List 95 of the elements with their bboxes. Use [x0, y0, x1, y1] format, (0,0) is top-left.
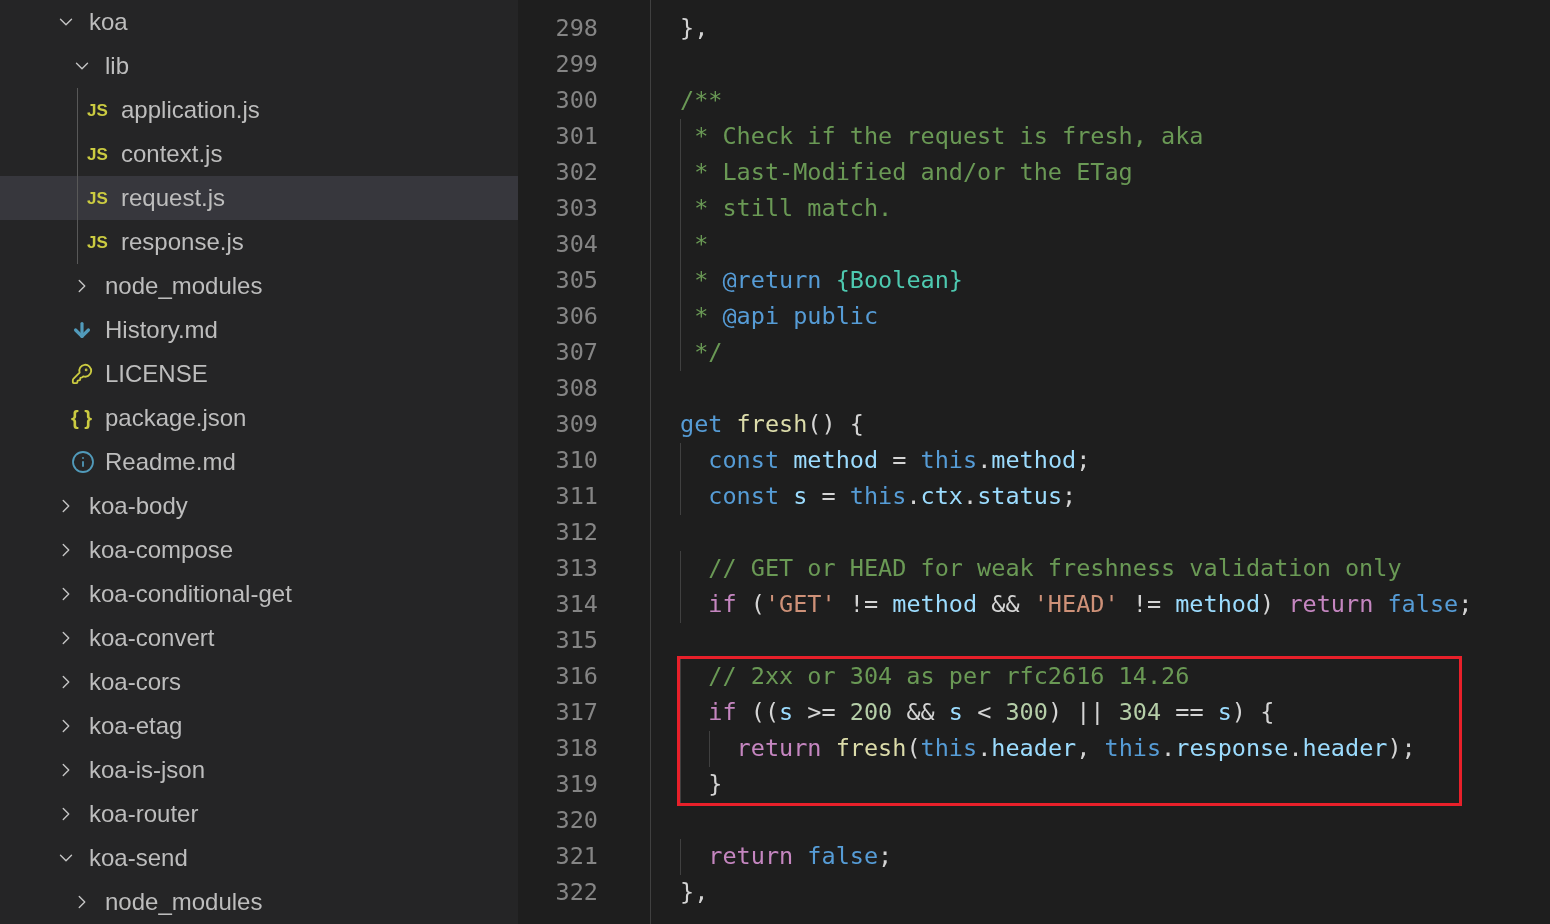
file-name: Readme.md — [105, 447, 236, 477]
code-line: const s = this.ctx.status; — [707, 481, 1077, 513]
code-line: const method = this.method; — [707, 445, 1091, 477]
key-icon — [71, 363, 93, 385]
line-number: 309 — [554, 409, 598, 441]
line-number: 320 — [554, 805, 598, 837]
tree-item[interactable]: koa-compose — [0, 528, 518, 572]
tree-item[interactable]: koa-body — [0, 484, 518, 528]
tree-item[interactable]: { } package.json — [0, 396, 518, 440]
file-name: context.js — [121, 139, 223, 169]
file-name: koa-etag — [89, 711, 183, 741]
file-name: LICENSE — [105, 359, 208, 389]
file-name: History.md — [105, 315, 218, 345]
js-file-icon: JS — [87, 189, 108, 207]
file-name: node_modules — [105, 271, 263, 301]
line-number: 318 — [554, 733, 598, 765]
tree-item[interactable]: History.md — [0, 308, 518, 352]
tree-item[interactable]: lib — [0, 44, 518, 88]
file-name: node_modules — [105, 887, 263, 917]
line-number: 304 — [554, 229, 598, 261]
file-name: response.js — [121, 227, 244, 257]
code-line: * — [693, 229, 709, 261]
line-number: 307 — [554, 337, 598, 369]
file-name: koa-conditional-get — [89, 579, 292, 609]
tree-item[interactable]: LICENSE — [0, 352, 518, 396]
tree-item[interactable]: koa-cors — [0, 660, 518, 704]
file-name: koa-send — [89, 843, 188, 873]
line-number: 305 — [554, 265, 598, 297]
code-line: } — [707, 769, 723, 801]
line-number: 321 — [554, 841, 598, 873]
line-number: 303 — [554, 193, 598, 225]
code-line: if ('GET' != method && 'HEAD' != method) return false; — [707, 589, 1473, 621]
line-number: 301 — [554, 121, 598, 153]
tree-item[interactable]: koa-conditional-get — [0, 572, 518, 616]
js-file-icon: JS — [87, 145, 108, 163]
line-number: 312 — [554, 517, 598, 549]
tree-item[interactable]: koa-convert — [0, 616, 518, 660]
line-number: 299 — [554, 49, 598, 81]
js-file-icon: JS — [87, 101, 108, 119]
code-line: // 2xx or 304 as per rfc2616 14.26 — [707, 661, 1190, 693]
code-line: }, — [680, 13, 709, 45]
code-line: */ — [693, 337, 723, 369]
line-number: 310 — [554, 445, 598, 477]
file-name: application.js — [121, 95, 260, 125]
file-name: lib — [105, 51, 129, 81]
tree-item[interactable]: koa-router — [0, 792, 518, 836]
line-number: 306 — [554, 301, 598, 333]
line-number: 315 — [554, 625, 598, 657]
code-line: /** — [680, 85, 723, 117]
line-number: 322 — [554, 877, 598, 909]
tree-item[interactable]: koa-etag — [0, 704, 518, 748]
line-number: 313 — [554, 553, 598, 585]
tree-item[interactable]: JS request.js — [0, 176, 518, 220]
file-name: koa-body — [89, 491, 188, 521]
file-name: koa-convert — [89, 623, 215, 653]
tree-item[interactable]: node_modules — [0, 880, 518, 924]
code-line: * Check if the request is fresh, aka — [693, 121, 1204, 153]
code-line: * still match. — [693, 193, 893, 225]
file-name: koa — [89, 7, 128, 37]
line-number: 316 — [554, 661, 598, 693]
line-number: 308 — [554, 373, 598, 405]
line-number: 314 — [554, 589, 598, 621]
code-line: // GET or HEAD for weak freshness validation only — [707, 553, 1402, 585]
line-number: 319 — [554, 769, 598, 801]
tree-item[interactable]: koa — [0, 0, 518, 44]
file-name: request.js — [121, 183, 226, 213]
code-line: return fresh(this.header, this.response.header); — [735, 733, 1416, 765]
file-name: koa-compose — [89, 535, 234, 565]
tree-item[interactable]: koa-is-json — [0, 748, 518, 792]
tree-item[interactable]: Readme.md — [0, 440, 518, 484]
line-number: 317 — [554, 697, 598, 729]
down-arrow-icon — [71, 319, 93, 341]
tree-item[interactable]: JS application.js — [0, 88, 518, 132]
tree-item[interactable]: JS context.js — [0, 132, 518, 176]
line-number: 298 — [554, 13, 598, 45]
js-file-icon: JS — [87, 233, 108, 251]
file-name: koa-cors — [89, 667, 182, 697]
file-name: package.json — [105, 403, 247, 433]
code-line: get fresh() { — [680, 409, 864, 441]
line-number: 311 — [554, 481, 598, 513]
info-icon — [71, 450, 95, 474]
code-line: * Last-Modified and/or the ETag — [693, 157, 1133, 189]
code-line: }, — [680, 877, 709, 909]
file-name: koa-router — [89, 799, 199, 829]
code-line: * @api public — [693, 301, 879, 333]
line-number: 300 — [554, 85, 598, 117]
code-line: return false; — [707, 841, 893, 873]
code-line: if ((s >= 200 && s < 300) || 304 == s) { — [707, 697, 1275, 729]
code-line: * @return {Boolean} — [693, 265, 963, 297]
tree-item[interactable]: koa-send — [0, 836, 518, 880]
json-file-icon: { } — [71, 408, 93, 428]
line-number: 302 — [554, 157, 598, 189]
file-name: koa-is-json — [89, 755, 206, 785]
tree-item[interactable]: node_modules — [0, 264, 518, 308]
tree-item[interactable]: JS response.js — [0, 220, 518, 264]
